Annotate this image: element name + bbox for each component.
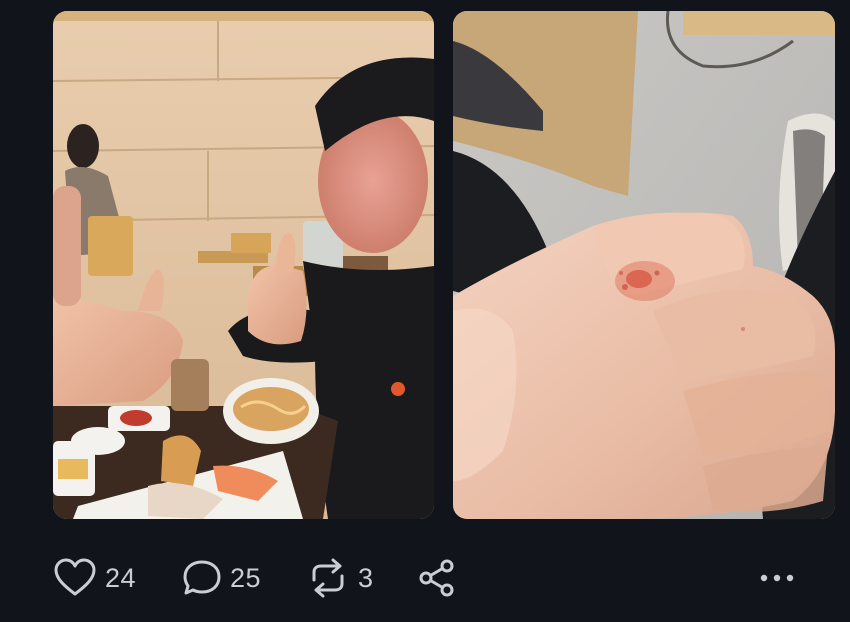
post: 24 25 3 <box>0 0 850 622</box>
reply-count: 25 <box>230 562 262 593</box>
speech-bubble-icon <box>183 560 221 595</box>
more-dots-icon <box>760 574 794 582</box>
like-button[interactable]: 24 <box>53 556 136 600</box>
share-icon <box>419 559 454 597</box>
like-count: 24 <box>105 562 137 593</box>
media-grid <box>53 11 835 519</box>
more-options-button[interactable] <box>756 556 798 600</box>
repost-count: 3 <box>358 562 374 593</box>
post-photo-restaurant[interactable] <box>53 11 434 519</box>
restaurant-photo-image <box>53 11 434 519</box>
hand-photo-image <box>453 11 835 519</box>
post-photo-hand[interactable] <box>453 11 835 519</box>
post-actions-bar: 24 25 3 <box>53 556 798 600</box>
repost-arrows-icon <box>312 558 344 598</box>
reply-button[interactable]: 25 <box>182 556 261 600</box>
share-button[interactable] <box>417 556 457 600</box>
repost-button[interactable]: 3 <box>306 556 374 600</box>
heart-icon <box>54 558 96 596</box>
